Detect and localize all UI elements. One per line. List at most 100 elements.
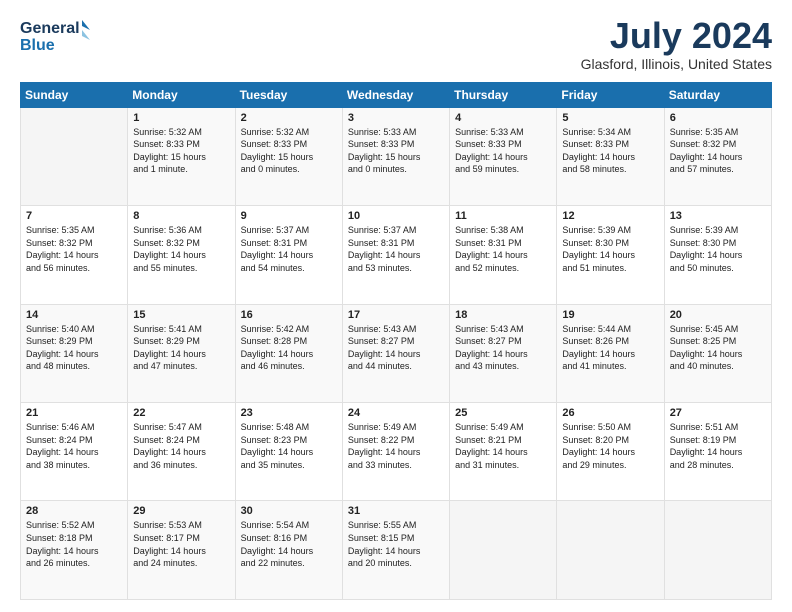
- month-title: July 2024: [581, 16, 772, 56]
- day-info: Sunrise: 5:34 AM Sunset: 8:33 PM Dayligh…: [562, 126, 658, 176]
- day-number: 15: [133, 309, 229, 321]
- calendar-cell: 12Sunrise: 5:39 AM Sunset: 8:30 PM Dayli…: [557, 206, 664, 304]
- day-info: Sunrise: 5:49 AM Sunset: 8:22 PM Dayligh…: [348, 421, 444, 471]
- day-info: Sunrise: 5:42 AM Sunset: 8:28 PM Dayligh…: [241, 323, 337, 373]
- calendar-cell: 31 Sunrise: 5:55 AM Sunset: 8:15 PM Dayli…: [342, 501, 449, 600]
- day-info: Sunrise: 5:55 AM Sunset: 8:15 PM Dayligh…: [348, 519, 444, 569]
- day-number: 21: [26, 407, 122, 419]
- day-info: Sunrise: 5:37 AM Sunset: 8:31 PM Dayligh…: [241, 224, 337, 274]
- day-number: 2: [241, 112, 337, 124]
- day-number: 14: [26, 309, 122, 321]
- calendar-cell: 2 Sunrise: 5:32 AM Sunset: 8:33 PM Daylig…: [235, 107, 342, 205]
- day-info: Sunrise: 5:44 AM Sunset: 8:26 PM Dayligh…: [562, 323, 658, 373]
- day-number: 4: [455, 112, 551, 124]
- day-info: Sunrise: 5:33 AM Sunset: 8:33 PM Dayligh…: [348, 126, 444, 176]
- calendar-cell: 17Sunrise: 5:43 AM Sunset: 8:27 PM Dayli…: [342, 304, 449, 402]
- calendar-cell: 3Sunrise: 5:33 AM Sunset: 8:33 PM Daylig…: [342, 107, 449, 205]
- day-info: Sunrise: 5:38 AM Sunset: 8:31 PM Dayligh…: [455, 224, 551, 274]
- day-info: Sunrise: 5:35 AM Sunset: 8:32 PM Dayligh…: [670, 126, 766, 176]
- calendar-cell: 20 Sunrise: 5:45 AM Sunset: 8:25 PM Dayli…: [664, 304, 771, 402]
- calendar-cell: 11 Sunrise: 5:38 AM Sunset: 8:31 PM Dayli…: [450, 206, 557, 304]
- calendar-cell: [557, 501, 664, 600]
- calendar-cell: 18Sunrise: 5:43 AM Sunset: 8:27 PM Dayli…: [450, 304, 557, 402]
- day-info: Sunrise: 5:45 AM Sunset: 8:25 PM Dayligh…: [670, 323, 766, 373]
- calendar-week-2: 7Sunrise: 5:35 AM Sunset: 8:32 PM Daylig…: [21, 206, 772, 304]
- calendar-cell: 22 Sunrise: 5:47 AM Sunset: 8:24 PM Dayli…: [128, 403, 235, 501]
- day-number: 6: [670, 112, 766, 124]
- day-number: 13: [670, 210, 766, 222]
- day-number: 16: [241, 309, 337, 321]
- title-block: July 2024 Glasford, Illinois, United Sta…: [581, 16, 772, 72]
- col-tuesday: Tuesday: [235, 82, 342, 107]
- calendar-table: Sunday Monday Tuesday Wednesday Thursday…: [20, 82, 772, 600]
- calendar-cell: 25Sunrise: 5:49 AM Sunset: 8:21 PM Dayli…: [450, 403, 557, 501]
- day-number: 24: [348, 407, 444, 419]
- day-number: 12: [562, 210, 658, 222]
- day-info: Sunrise: 5:43 AM Sunset: 8:27 PM Dayligh…: [455, 323, 551, 373]
- day-number: 28: [26, 505, 122, 517]
- calendar-cell: 1Sunrise: 5:32 AM Sunset: 8:33 PM Daylig…: [128, 107, 235, 205]
- header: General Blue July 2024 Glasford, Illinoi…: [20, 16, 772, 72]
- day-number: 27: [670, 407, 766, 419]
- day-number: 29: [133, 505, 229, 517]
- day-number: 11: [455, 210, 551, 222]
- day-info: Sunrise: 5:52 AM Sunset: 8:18 PM Dayligh…: [26, 519, 122, 569]
- calendar-cell: 19 Sunrise: 5:44 AM Sunset: 8:26 PM Dayli…: [557, 304, 664, 402]
- day-number: 8: [133, 210, 229, 222]
- header-row: Sunday Monday Tuesday Wednesday Thursday…: [21, 82, 772, 107]
- calendar-week-5: 28 Sunrise: 5:52 AM Sunset: 8:18 PM Dayli…: [21, 501, 772, 600]
- day-info: Sunrise: 5:43 AM Sunset: 8:27 PM Dayligh…: [348, 323, 444, 373]
- day-number: 5: [562, 112, 658, 124]
- day-info: Sunrise: 5:32 AM Sunset: 8:33 PM Dayligh…: [133, 126, 229, 176]
- day-number: 23: [241, 407, 337, 419]
- calendar-cell: 21Sunrise: 5:46 AM Sunset: 8:24 PM Dayli…: [21, 403, 128, 501]
- day-number: 9: [241, 210, 337, 222]
- day-info: Sunrise: 5:40 AM Sunset: 8:29 PM Dayligh…: [26, 323, 122, 373]
- svg-text:Blue: Blue: [20, 37, 55, 54]
- calendar-cell: 5 Sunrise: 5:34 AM Sunset: 8:33 PM Daylig…: [557, 107, 664, 205]
- calendar-cell: 27 Sunrise: 5:51 AM Sunset: 8:19 PM Dayli…: [664, 403, 771, 501]
- logo-svg: General Blue: [20, 16, 90, 58]
- calendar-cell: 8 Sunrise: 5:36 AM Sunset: 8:32 PM Daylig…: [128, 206, 235, 304]
- calendar-cell: 10 Sunrise: 5:37 AM Sunset: 8:31 PM Dayli…: [342, 206, 449, 304]
- calendar-cell: 29 Sunrise: 5:53 AM Sunset: 8:17 PM Dayli…: [128, 501, 235, 600]
- day-number: 31: [348, 505, 444, 517]
- day-info: Sunrise: 5:48 AM Sunset: 8:23 PM Dayligh…: [241, 421, 337, 471]
- day-info: Sunrise: 5:33 AM Sunset: 8:33 PM Dayligh…: [455, 126, 551, 176]
- col-wednesday: Wednesday: [342, 82, 449, 107]
- col-monday: Monday: [128, 82, 235, 107]
- calendar-cell: 6 Sunrise: 5:35 AM Sunset: 8:32 PM Daylig…: [664, 107, 771, 205]
- day-info: Sunrise: 5:41 AM Sunset: 8:29 PM Dayligh…: [133, 323, 229, 373]
- day-number: 25: [455, 407, 551, 419]
- logo: General Blue: [20, 16, 90, 58]
- day-number: 30: [241, 505, 337, 517]
- col-sunday: Sunday: [21, 82, 128, 107]
- svg-text:General: General: [20, 20, 80, 37]
- day-info: Sunrise: 5:51 AM Sunset: 8:19 PM Dayligh…: [670, 421, 766, 471]
- day-number: 20: [670, 309, 766, 321]
- calendar-cell: 16 Sunrise: 5:42 AM Sunset: 8:28 PM Dayli…: [235, 304, 342, 402]
- day-info: Sunrise: 5:36 AM Sunset: 8:32 PM Dayligh…: [133, 224, 229, 274]
- calendar-week-1: 1Sunrise: 5:32 AM Sunset: 8:33 PM Daylig…: [21, 107, 772, 205]
- calendar-cell: 13Sunrise: 5:39 AM Sunset: 8:30 PM Dayli…: [664, 206, 771, 304]
- day-number: 10: [348, 210, 444, 222]
- col-friday: Friday: [557, 82, 664, 107]
- day-info: Sunrise: 5:32 AM Sunset: 8:33 PM Dayligh…: [241, 126, 337, 176]
- location: Glasford, Illinois, United States: [581, 56, 772, 72]
- day-number: 22: [133, 407, 229, 419]
- calendar-cell: 4 Sunrise: 5:33 AM Sunset: 8:33 PM Daylig…: [450, 107, 557, 205]
- calendar-cell: 7Sunrise: 5:35 AM Sunset: 8:32 PM Daylig…: [21, 206, 128, 304]
- calendar-week-4: 21Sunrise: 5:46 AM Sunset: 8:24 PM Dayli…: [21, 403, 772, 501]
- day-info: Sunrise: 5:50 AM Sunset: 8:20 PM Dayligh…: [562, 421, 658, 471]
- day-number: 19: [562, 309, 658, 321]
- day-info: Sunrise: 5:35 AM Sunset: 8:32 PM Dayligh…: [26, 224, 122, 274]
- day-info: Sunrise: 5:53 AM Sunset: 8:17 PM Dayligh…: [133, 519, 229, 569]
- calendar-cell: 23 Sunrise: 5:48 AM Sunset: 8:23 PM Dayli…: [235, 403, 342, 501]
- day-info: Sunrise: 5:54 AM Sunset: 8:16 PM Dayligh…: [241, 519, 337, 569]
- day-info: Sunrise: 5:37 AM Sunset: 8:31 PM Dayligh…: [348, 224, 444, 274]
- calendar-cell: 14 Sunrise: 5:40 AM Sunset: 8:29 PM Dayli…: [21, 304, 128, 402]
- day-info: Sunrise: 5:47 AM Sunset: 8:24 PM Dayligh…: [133, 421, 229, 471]
- calendar-body: 1Sunrise: 5:32 AM Sunset: 8:33 PM Daylig…: [21, 107, 772, 599]
- calendar-cell: 15 Sunrise: 5:41 AM Sunset: 8:29 PM Dayli…: [128, 304, 235, 402]
- calendar-cell: [21, 107, 128, 205]
